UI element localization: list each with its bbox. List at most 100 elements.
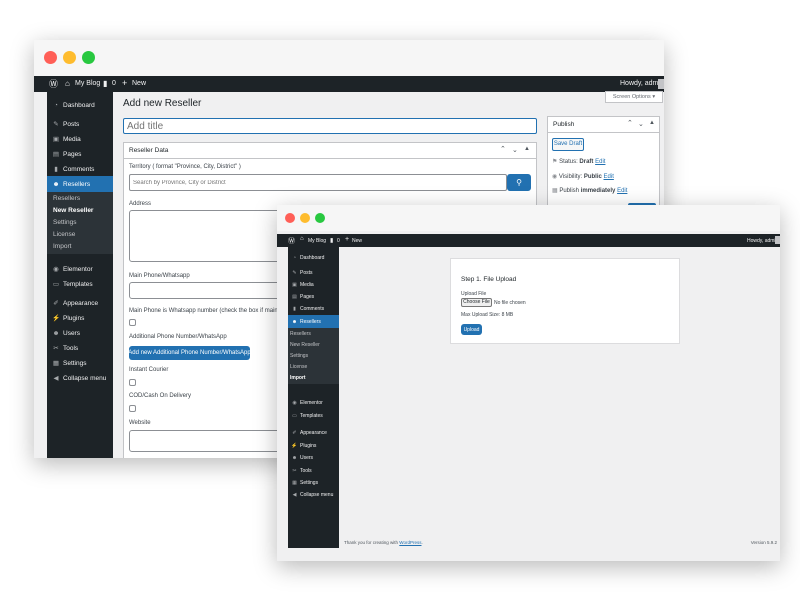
main-phone-whatsapp-checkbox[interactable] (129, 319, 136, 326)
upload-button[interactable]: Upload (461, 324, 482, 335)
collapse-toggle-icon[interactable]: ▲ (524, 146, 530, 152)
footer-wordpress-link[interactable]: WordPress (399, 540, 421, 545)
submenu-settings[interactable]: Settings (53, 219, 77, 226)
screen-options-button[interactable]: Screen Options ▾ (605, 91, 663, 103)
wordpress-icon[interactable]: Ⓦ (288, 236, 295, 246)
menu-settings[interactable]: ▦ Settings (47, 356, 113, 370)
users-icon: ☻ (52, 329, 60, 337)
visibility-edit-link[interactable]: Edit (604, 174, 614, 180)
admin-sidebar: ◔ Dashboard ✎ Posts ▣ Media ▤ Pages ▮ Comment… (47, 92, 113, 458)
menu-appearance[interactable]: ✐ Appearance (47, 296, 113, 310)
menu-media[interactable]: ▣ Media (47, 132, 113, 146)
visibility-value: Public (583, 174, 602, 180)
site-name[interactable]: My Blog (308, 238, 326, 244)
menu-dashboard[interactable]: ◔ Dashboard (288, 252, 339, 263)
site-name[interactable]: My Blog (75, 80, 100, 87)
menu-resellers[interactable]: ☻ Resellers (288, 315, 339, 328)
menu-templates[interactable]: ▭ Templates (47, 277, 113, 291)
menu-plugins[interactable]: ⚡ Plugins (288, 440, 339, 451)
new-link[interactable]: New (132, 80, 146, 87)
comments-icon[interactable]: ▮ (103, 79, 107, 88)
close-dot[interactable] (285, 213, 295, 223)
menu-plugins[interactable]: ⚡ Plugins (47, 311, 113, 325)
add-phone-button[interactable]: Add new Additional Phone Number/WhatsApp (128, 346, 251, 360)
users-icon: ☻ (52, 180, 60, 188)
new-link[interactable]: New (352, 238, 362, 244)
chevron-up-icon[interactable]: ⌃ (500, 145, 506, 153)
minimize-dot[interactable] (300, 213, 310, 223)
menu-users[interactable]: ☻ Users (288, 452, 339, 463)
plus-icon[interactable]: + (122, 78, 127, 88)
chevron-down-icon[interactable]: ⌄ (638, 120, 644, 128)
menu-appearance[interactable]: ✐ Appearance (288, 427, 339, 438)
wordpress-icon[interactable]: Ⓦ (49, 79, 58, 89)
collapse-icon: ◀ (53, 375, 59, 382)
choose-file-button[interactable]: Choose File (461, 298, 492, 307)
submenu-license[interactable]: License (290, 364, 307, 370)
collapse-toggle-icon[interactable]: ▲ (649, 120, 655, 126)
menu-settings[interactable]: ▦ Settings (288, 477, 339, 488)
menu-collapse[interactable]: ◀ Collapse menu (288, 489, 339, 500)
version-text: Version 5.9.2 (750, 540, 777, 545)
menu-dashboard[interactable]: ◔ Dashboard (47, 98, 113, 112)
zoom-dot[interactable] (315, 213, 325, 223)
menu-tools[interactable]: ✂ Tools (288, 465, 339, 476)
close-dot[interactable] (44, 51, 57, 64)
menu-elementor[interactable]: ◉ Elementor (288, 397, 339, 408)
menu-tools[interactable]: ✂ Tools (47, 341, 113, 355)
menu-templates[interactable]: ▭ Templates (288, 410, 339, 421)
avatar[interactable] (775, 236, 780, 244)
title-input[interactable] (123, 118, 537, 134)
main-phone-label: Main Phone/Whatsapp (129, 273, 190, 279)
submenu-new-reseller[interactable]: New Reseller (290, 342, 320, 348)
territory-search-button[interactable]: ⚲ (507, 174, 531, 191)
address-label: Address (129, 201, 152, 207)
menu-elementor[interactable]: ◉ Elementor (47, 262, 113, 276)
submenu-new-reseller[interactable]: New Reseller (53, 207, 93, 214)
avatar[interactable] (658, 79, 664, 89)
dashboard-icon: ◔ (292, 254, 297, 261)
menu-comments[interactable]: ▮ Comments (288, 303, 339, 314)
menu-resellers[interactable]: ☻ Resellers (47, 176, 113, 192)
zoom-dot[interactable] (82, 51, 95, 64)
card-title: Step 1. File Upload (461, 276, 517, 283)
publish-edit-link[interactable]: Edit (617, 188, 627, 194)
visibility-label: Visibility: (558, 174, 583, 180)
home-icon[interactable]: ⌂ (300, 236, 304, 242)
max-upload-size: Max Upload Size: 8 MB (461, 312, 514, 318)
cod-checkbox[interactable] (129, 405, 136, 412)
territory-search-input[interactable] (129, 174, 507, 191)
comments-icon[interactable]: ▮ (330, 237, 333, 244)
submenu-license[interactable]: License (53, 231, 75, 238)
menu-users[interactable]: ☻ Users (47, 326, 113, 340)
menu-pages[interactable]: ▤ Pages (47, 147, 113, 161)
submenu-import[interactable]: Import (290, 375, 306, 381)
comments-count[interactable]: 0 (337, 238, 340, 244)
users-icon: ☻ (291, 454, 298, 461)
elementor-icon: ◉ (53, 266, 59, 273)
instant-courier-checkbox[interactable] (129, 379, 136, 386)
submenu-resellers[interactable]: Resellers (290, 331, 311, 337)
status-edit-link[interactable]: Edit (595, 159, 605, 165)
pages-icon: ▤ (292, 293, 297, 300)
menu-pages[interactable]: ▤ Pages (288, 291, 339, 302)
submenu-settings[interactable]: Settings (290, 353, 308, 359)
comments-count[interactable]: 0 (112, 80, 116, 87)
templates-icon: ▭ (292, 412, 297, 419)
media-icon: ▣ (52, 136, 60, 143)
home-icon[interactable]: ⌂ (65, 79, 70, 89)
menu-comments[interactable]: ▮ Comments (47, 162, 113, 176)
menu-collapse[interactable]: ◀ Collapse menu (47, 371, 113, 385)
menu-media[interactable]: ▣ Media (288, 279, 339, 290)
menu-posts[interactable]: ✎ Posts (47, 117, 113, 131)
chevron-up-icon[interactable]: ⌃ (627, 119, 633, 127)
page-title: Add new Reseller (123, 98, 202, 109)
menu-posts[interactable]: ✎ Posts (288, 267, 339, 278)
minimize-dot[interactable] (63, 51, 76, 64)
submenu-resellers[interactable]: Resellers (53, 195, 80, 202)
plus-icon[interactable]: + (345, 236, 349, 243)
chevron-down-icon[interactable]: ⌄ (512, 146, 518, 154)
submenu-import[interactable]: Import (53, 243, 71, 250)
save-draft-button[interactable]: Save Draft (552, 138, 584, 151)
greeting[interactable]: Howdy, admin (747, 238, 778, 244)
